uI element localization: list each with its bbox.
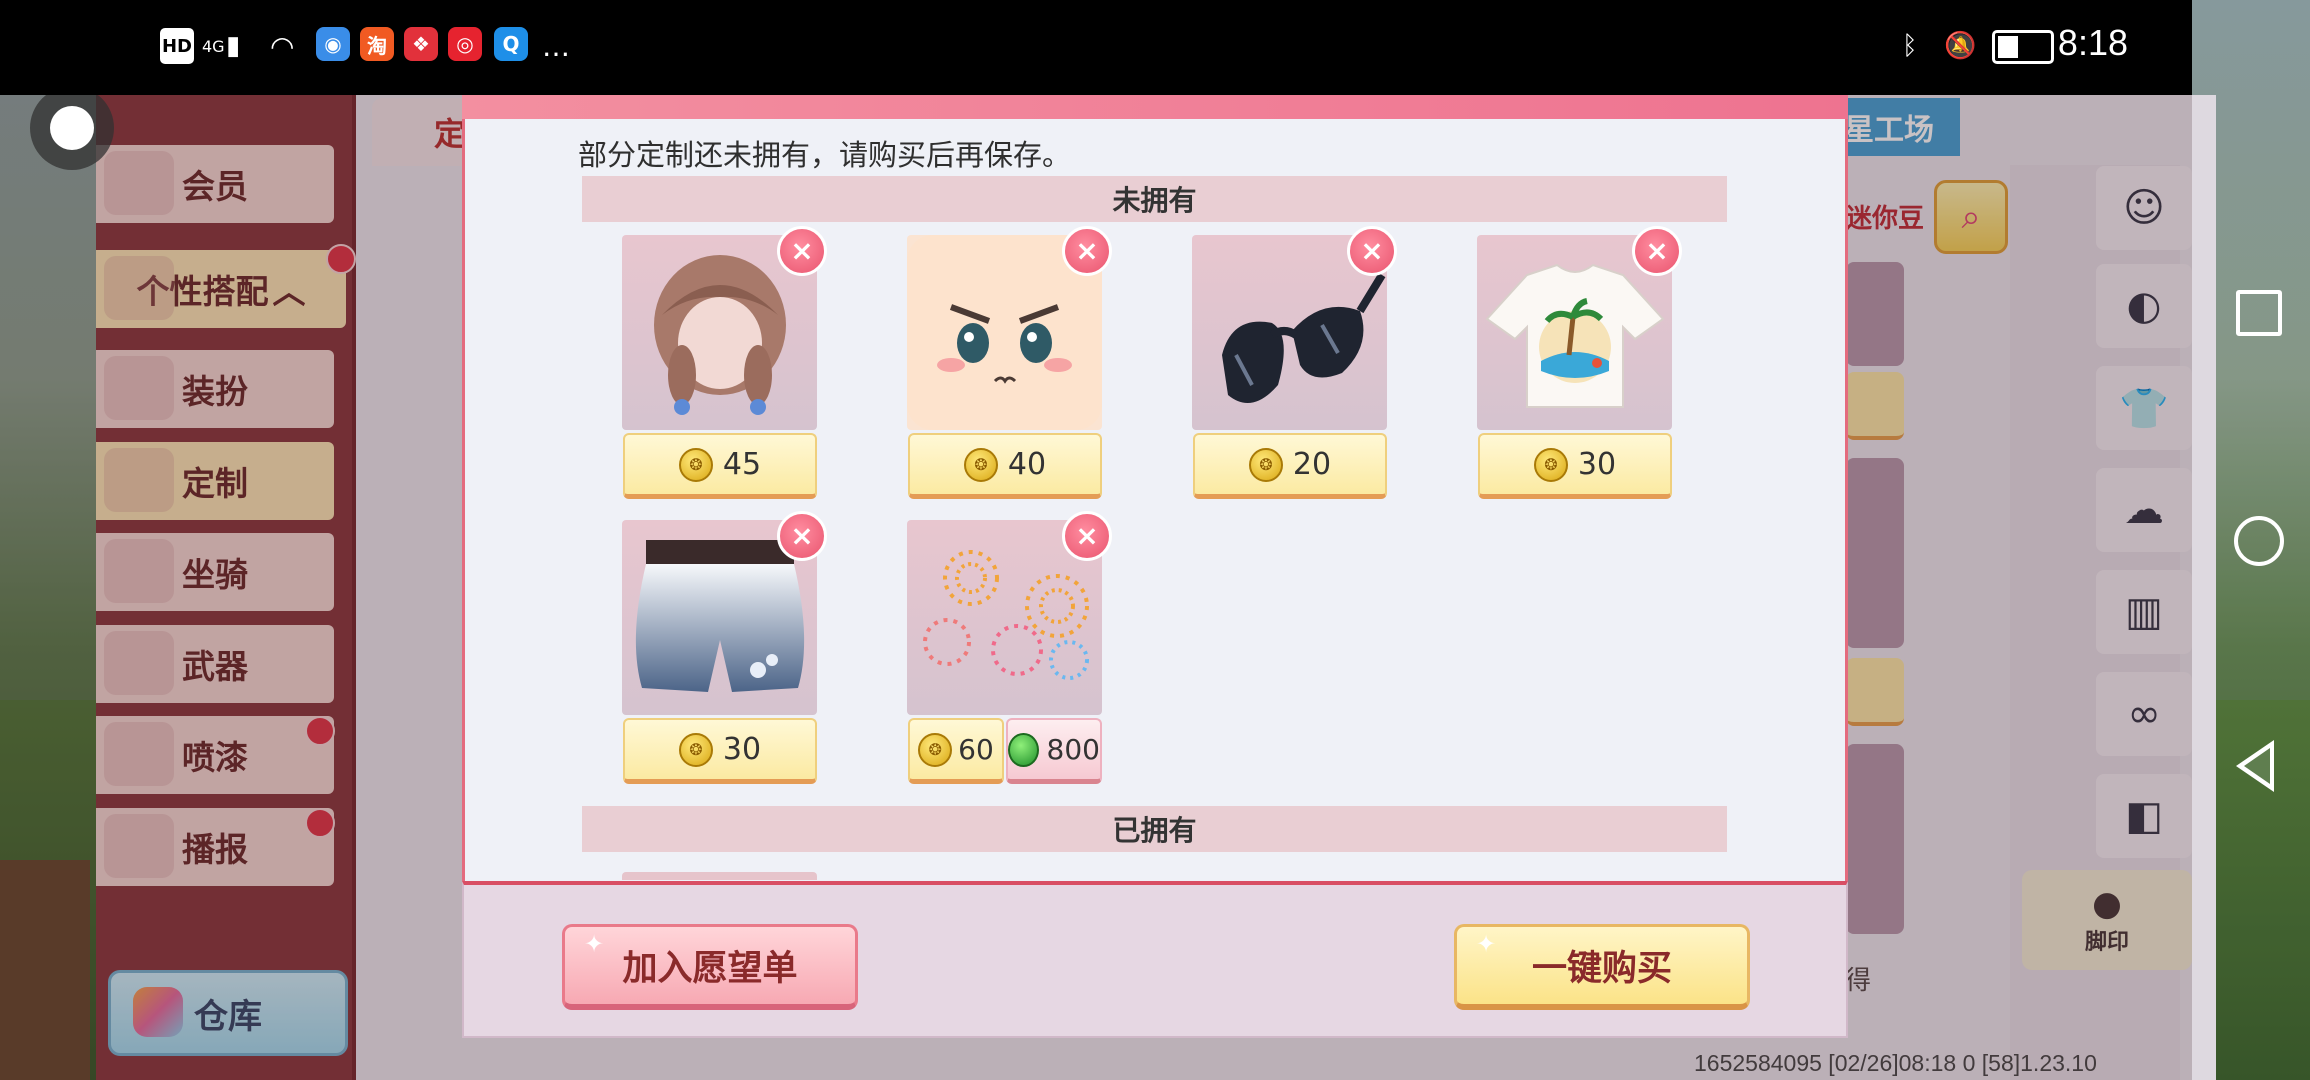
price-button[interactable]: ❂ 30 xyxy=(1478,433,1672,499)
coin-icon: ❂ xyxy=(1248,447,1283,482)
price-button-coin[interactable]: ❂ 60 xyxy=(908,718,1004,784)
section-owned: 已拥有 xyxy=(582,806,1727,852)
price-button[interactable]: ❂ 30 xyxy=(623,718,817,784)
browser-app-icon: ◉ xyxy=(316,27,350,61)
wifi-icon: ◠ xyxy=(270,29,295,63)
status-bar: HD 4G ▮ ◠ ◉ 淘 ❖ ◎ Q … ᛒ 🔕 8:18 xyxy=(0,0,2192,95)
back-icon-inner xyxy=(2244,748,2270,784)
weibo-app-icon: ◎ xyxy=(448,27,482,61)
battery-icon xyxy=(1992,30,2054,64)
remove-icon[interactable]: × xyxy=(777,226,827,276)
price-button[interactable]: ❂ 40 xyxy=(908,433,1102,499)
price-value: 45 xyxy=(722,447,762,482)
remove-icon[interactable]: × xyxy=(777,511,827,561)
remove-icon[interactable]: × xyxy=(1347,226,1397,276)
purchase-notice: 部分定制还未拥有，请购买后再保存。 xyxy=(578,138,1072,172)
price-value: 40 xyxy=(1007,447,1047,482)
remove-icon[interactable]: × xyxy=(1632,226,1682,276)
price-value: 20 xyxy=(1292,447,1332,482)
sparkle-icon: ✦ xyxy=(584,930,605,958)
coin-icon: ❂ xyxy=(963,447,998,482)
remove-icon[interactable]: × xyxy=(1062,226,1112,276)
remove-icon[interactable]: × xyxy=(1062,511,1112,561)
hd-icon: HD xyxy=(160,28,194,64)
mute-icon: 🔕 xyxy=(1944,31,1977,61)
button-label: 加入愿望单 xyxy=(622,949,798,989)
price-button[interactable]: ❂ 20 xyxy=(1193,433,1387,499)
coin-icon: ❂ xyxy=(678,447,713,482)
modal-header xyxy=(462,95,1848,121)
recent-apps-icon[interactable] xyxy=(2236,290,2282,336)
section-not-owned: 未拥有 xyxy=(582,176,1727,222)
coin-icon: ❂ xyxy=(1533,447,1568,482)
coin-icon: ❂ xyxy=(918,732,953,767)
bluetooth-icon: ᛒ xyxy=(1902,31,1918,61)
gem-icon xyxy=(1008,732,1039,767)
signal-4g-icon: 4G xyxy=(202,36,225,56)
clock: 8:18 xyxy=(2057,22,2128,63)
buy-all-button[interactable]: 一键购买 xyxy=(1454,924,1750,1010)
price-value: 30 xyxy=(1577,447,1617,482)
taobao-app-icon: 淘 xyxy=(360,27,394,61)
price-button-gem[interactable]: 800 xyxy=(1006,718,1102,784)
price-value: 800 xyxy=(1046,733,1100,766)
signal-bars-icon: ▮ xyxy=(226,31,241,61)
sparkle-icon: ✦ xyxy=(1476,930,1497,958)
button-label: 一键购买 xyxy=(1531,949,1672,989)
search-app-icon: Q xyxy=(494,27,528,61)
add-to-wishlist-button[interactable]: 加入愿望单 xyxy=(562,924,858,1010)
owned-item-peek xyxy=(622,872,817,880)
price-button[interactable]: ❂ 45 xyxy=(623,433,817,499)
price-value: 30 xyxy=(722,732,762,767)
assistant-dot-icon xyxy=(50,106,94,150)
app-icon: ❖ xyxy=(404,27,438,61)
coin-icon: ❂ xyxy=(678,732,713,767)
price-value: 60 xyxy=(958,733,994,766)
home-icon[interactable] xyxy=(2234,516,2284,566)
more-notifications-icon: … xyxy=(542,29,570,63)
